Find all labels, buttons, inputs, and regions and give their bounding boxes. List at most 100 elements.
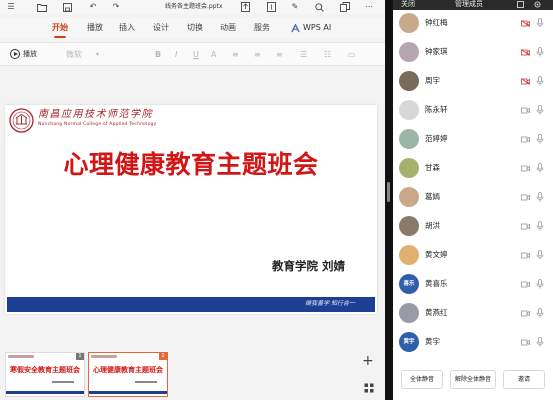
menu-icon[interactable]: ☰: [6, 2, 16, 12]
slide-title[interactable]: 心理健康教育主题班会: [5, 150, 377, 180]
italic-button[interactable]: I: [175, 49, 177, 61]
font-name-select[interactable]: 微软: [66, 49, 82, 61]
undo-icon[interactable]: ↶: [88, 2, 98, 12]
member-row[interactable]: 周宇: [393, 68, 553, 96]
grid-view-icon[interactable]: [364, 383, 374, 393]
member-row[interactable]: 钟家琪: [393, 39, 553, 67]
wps-ai-icon: [291, 23, 300, 32]
tab-design[interactable]: 设计: [153, 22, 169, 34]
microphone-icon[interactable]: [536, 18, 544, 28]
slide-thumbnail[interactable]: 1 寒假安全教育主题班会: [5, 352, 85, 397]
mute-all-button[interactable]: 全体静音: [401, 370, 443, 389]
microphone-icon[interactable]: [536, 279, 544, 289]
slide-thumbnail[interactable]: 2 心理健康教育主题班会: [88, 352, 168, 397]
redo-icon[interactable]: ↷: [111, 2, 121, 12]
divider-handle[interactable]: [387, 182, 390, 202]
ribbon-toolbar: 播放 微软 ▾ B I U A ≡ ≡ ≡ ☰ ☷ ▭: [0, 42, 385, 66]
member-row[interactable]: 黄宇 黄宇: [393, 329, 553, 357]
bullet-list-icon[interactable]: ☰: [300, 49, 307, 61]
settings-icon[interactable]: [534, 1, 541, 8]
more-icon[interactable]: ⋯: [364, 2, 374, 12]
microphone-icon[interactable]: [536, 76, 544, 86]
tab-services[interactable]: 服务: [254, 22, 270, 34]
play-button[interactable]: 播放: [10, 48, 37, 60]
chevron-down-icon[interactable]: ▾: [96, 49, 99, 61]
slide-canvas[interactable]: 南昌应用技术师范学院 Nanchang Normal College of Ap…: [5, 105, 377, 314]
member-row[interactable]: 喜乐 黄喜乐: [393, 271, 553, 299]
search-icon[interactable]: [314, 2, 324, 12]
camera-icon[interactable]: [521, 339, 530, 346]
tab-animation[interactable]: 动画: [220, 22, 236, 34]
camera-icon[interactable]: [521, 136, 530, 143]
folder-icon[interactable]: [37, 2, 47, 12]
text-box-icon[interactable]: ▭: [348, 49, 356, 61]
camera-icon[interactable]: [521, 281, 530, 288]
align-left-icon[interactable]: ≡: [232, 49, 239, 61]
underline-button[interactable]: U: [193, 49, 199, 61]
avatar: [399, 42, 419, 62]
close-button[interactable]: 关闭: [401, 0, 415, 9]
align-center-icon[interactable]: ≡: [254, 49, 261, 61]
panel-footer: 全体静音 解除全体静音 邀请: [393, 362, 553, 400]
pen-icon[interactable]: ✎: [290, 2, 300, 12]
school-name-chinese: 南昌应用技术师范学院: [38, 109, 153, 120]
tab-transition[interactable]: 切换: [187, 22, 203, 34]
camera-icon[interactable]: [521, 310, 530, 317]
member-row[interactable]: 钟红梅: [393, 10, 553, 38]
member-row[interactable]: 甘森: [393, 155, 553, 183]
camera-icon[interactable]: [521, 223, 530, 230]
microphone-icon[interactable]: [536, 47, 544, 57]
copy-icon[interactable]: [340, 2, 350, 12]
camera-icon[interactable]: [521, 165, 530, 172]
share-icon[interactable]: [240, 2, 250, 12]
member-name: 黄宇: [425, 337, 440, 346]
member-row[interactable]: 陈永轩: [393, 97, 553, 125]
member-row[interactable]: 葛嫣: [393, 184, 553, 212]
split-divider[interactable]: [385, 0, 393, 400]
thumb-footer-bar: [6, 391, 84, 394]
camera-off-icon[interactable]: [521, 78, 530, 85]
thumb-logo: [8, 355, 34, 358]
camera-off-icon[interactable]: [521, 20, 530, 27]
member-row[interactable]: 黄文婷: [393, 242, 553, 270]
invite-button[interactable]: 邀请: [503, 370, 545, 389]
microphone-icon[interactable]: [536, 163, 544, 173]
slide-footer-bar: 继我善学 知行合一: [7, 297, 375, 312]
microphone-icon[interactable]: [536, 308, 544, 318]
camera-icon[interactable]: [521, 252, 530, 259]
font-size-button[interactable]: A: [211, 49, 216, 61]
reader-mode-icon[interactable]: [266, 2, 276, 12]
tab-home[interactable]: 开始: [52, 22, 68, 38]
unmute-all-button[interactable]: 解除全体静音: [450, 370, 496, 389]
tab-play[interactable]: 播放: [87, 22, 103, 34]
member-name: 黄文婷: [425, 250, 448, 259]
tab-insert[interactable]: 插入: [119, 22, 135, 34]
add-slide-icon[interactable]: +: [362, 354, 374, 368]
member-row[interactable]: 黄燕红: [393, 300, 553, 328]
microphone-icon[interactable]: [536, 192, 544, 202]
member-row[interactable]: 范婷婷: [393, 126, 553, 154]
file-title: 线务各主题班会.pptx: [165, 3, 223, 10]
member-row[interactable]: 胡洪: [393, 213, 553, 241]
microphone-icon[interactable]: [536, 337, 544, 347]
avatar: [399, 216, 419, 236]
align-right-icon[interactable]: ≡: [276, 49, 283, 61]
wps-ai-label: WPS AI: [303, 23, 332, 32]
bold-button[interactable]: B: [155, 49, 161, 61]
avatar: 喜乐: [399, 274, 419, 294]
slide-presenter[interactable]: 教育学院 刘婧: [272, 259, 345, 273]
camera-icon[interactable]: [521, 194, 530, 201]
save-icon[interactable]: [62, 2, 72, 12]
microphone-icon[interactable]: [536, 134, 544, 144]
member-name: 黄燕红: [425, 308, 448, 317]
thumb-number: 2: [159, 353, 167, 360]
microphone-icon[interactable]: [536, 221, 544, 231]
microphone-icon[interactable]: [536, 105, 544, 115]
share-screen-icon[interactable]: [517, 1, 524, 8]
camera-icon[interactable]: [521, 107, 530, 114]
tab-wps-ai[interactable]: WPS AI: [291, 22, 331, 34]
title-bar: ☰ ↶ ↷ 线务各主题班会.pptx ✎ ⋯: [0, 0, 385, 14]
microphone-icon[interactable]: [536, 250, 544, 260]
camera-off-icon[interactable]: [521, 49, 530, 56]
numbered-list-icon[interactable]: ☷: [324, 49, 331, 61]
